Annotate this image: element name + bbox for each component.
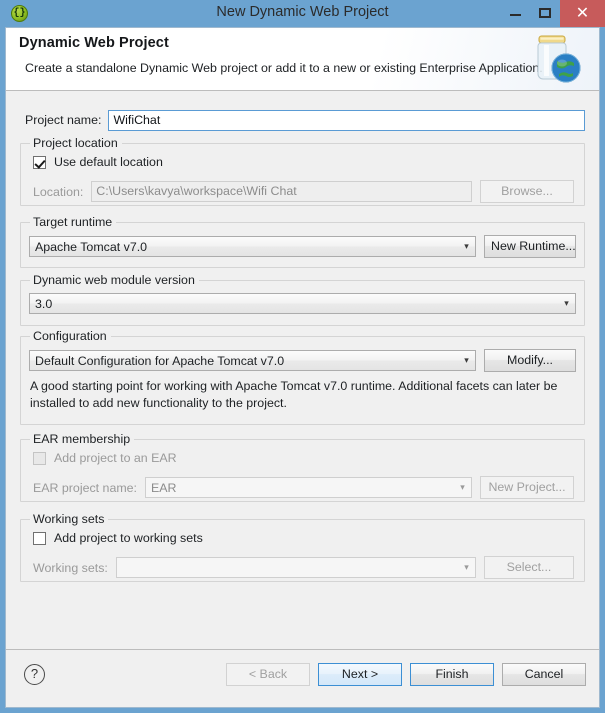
new-ear-project-button[interactable]: New Project... [480,476,574,499]
next-button[interactable]: Next > [318,663,402,686]
module-version-group: Dynamic web module version 3.0 ▾ [20,273,585,326]
module-version-value: 3.0 [35,296,53,311]
chevron-down-icon: ▾ [564,298,569,308]
configuration-group-label: Configuration [30,329,111,343]
chevron-down-icon: ▾ [464,562,469,572]
ear-membership-group: EAR membership Add project to an EAR EAR… [20,432,585,502]
use-default-location-checkbox[interactable]: Use default location [33,155,163,169]
add-project-to-working-sets-label: Add project to working sets [54,531,203,545]
select-working-sets-button[interactable]: Select... [484,556,574,579]
back-button[interactable]: < Back [226,663,310,686]
browse-button[interactable]: Browse... [480,180,574,203]
dialog-window: {} New Dynamic Web Project ✕ Dynamic Web… [0,0,605,713]
target-runtime-group: Target runtime Apache Tomcat v7.0 ▾ New … [20,215,585,268]
target-runtime-group-label: Target runtime [30,215,117,229]
new-runtime-button[interactable]: New Runtime... [484,235,576,258]
project-name-row: Project name: [6,109,599,131]
location-input[interactable]: C:\Users\kavya\workspace\Wifi Chat [91,181,472,202]
project-name-input[interactable] [108,109,585,131]
ear-project-name-value: EAR [151,480,177,495]
ear-project-name-combo[interactable]: EAR ▾ [145,477,472,498]
location-row: Location: C:\Users\kavya\workspace\Wifi … [33,180,574,203]
wizard-header: Dynamic Web Project Create a standalone … [6,28,599,91]
use-default-location-label: Use default location [54,155,163,169]
footer-button-bar: ? < Back Next > Finish Cancel [6,650,599,707]
configuration-row: Default Configuration for Apache Tomcat … [29,349,576,372]
minimize-icon [510,14,521,16]
chevron-down-icon: ▾ [464,355,469,365]
finish-button[interactable]: Finish [410,663,494,686]
target-runtime-value: Apache Tomcat v7.0 [35,239,148,254]
target-runtime-row: Apache Tomcat v7.0 ▾ New Runtime... [29,235,576,258]
wizard-body: Project name: Project location Use defau… [6,91,599,707]
project-location-group: Project location Use default location Lo… [20,136,585,206]
modify-button[interactable]: Modify... [484,349,576,372]
module-version-row: 3.0 ▾ [29,293,576,314]
working-sets-label: Working sets: [33,560,108,575]
ear-membership-group-label: EAR membership [30,432,135,446]
add-project-to-working-sets-checkbox[interactable]: Add project to working sets [33,531,203,545]
add-project-to-ear-label: Add project to an EAR [54,451,177,465]
page-description: Create a standalone Dynamic Web project … [25,61,543,75]
maximize-button[interactable] [530,0,560,27]
chevron-down-icon: ▾ [464,241,469,251]
target-runtime-combo[interactable]: Apache Tomcat v7.0 ▾ [29,236,476,257]
working-sets-row: Working sets: ▾ Select... [33,556,574,579]
module-version-group-label: Dynamic web module version [30,273,199,287]
ear-project-name-row: EAR project name: EAR ▾ New Project... [33,476,574,499]
add-project-to-ear-checkbox[interactable]: Add project to an EAR [33,451,177,465]
page-title: Dynamic Web Project [19,35,169,51]
working-sets-group: Working sets Add project to working sets… [20,512,585,582]
configuration-group: Configuration Default Configuration for … [20,329,585,425]
ear-project-name-label: EAR project name: [33,480,137,495]
help-question-icon[interactable]: ? [24,664,45,685]
dialog-client-area: Dynamic Web Project Create a standalone … [5,27,600,708]
project-location-group-label: Project location [30,136,122,150]
checkbox-box-checked-icon [33,155,46,169]
checkbox-box-unchecked-icon [33,531,46,545]
configuration-combo[interactable]: Default Configuration for Apache Tomcat … [29,350,476,371]
close-button[interactable]: ✕ [560,0,605,27]
wizard-navigation-buttons: < Back Next > Finish Cancel [226,663,586,686]
location-label: Location: [33,184,84,199]
maximize-icon [539,8,551,18]
chevron-down-icon: ▾ [460,482,465,492]
minimize-button[interactable] [500,0,530,27]
checkbox-box-unchecked-icon [33,451,46,465]
window-controls: ✕ [500,0,605,27]
configuration-value: Default Configuration for Apache Tomcat … [35,353,285,368]
module-version-combo[interactable]: 3.0 ▾ [29,293,576,314]
configuration-description: A good starting point for working with A… [30,379,558,410]
working-sets-group-label: Working sets [30,512,109,526]
working-sets-combo[interactable]: ▾ [115,557,476,578]
jar-with-globe-icon [526,31,586,87]
cancel-button[interactable]: Cancel [502,663,586,686]
close-icon: ✕ [575,5,590,22]
title-bar: {} New Dynamic Web Project ✕ [0,0,605,27]
project-name-label: Project name: [25,113,102,127]
